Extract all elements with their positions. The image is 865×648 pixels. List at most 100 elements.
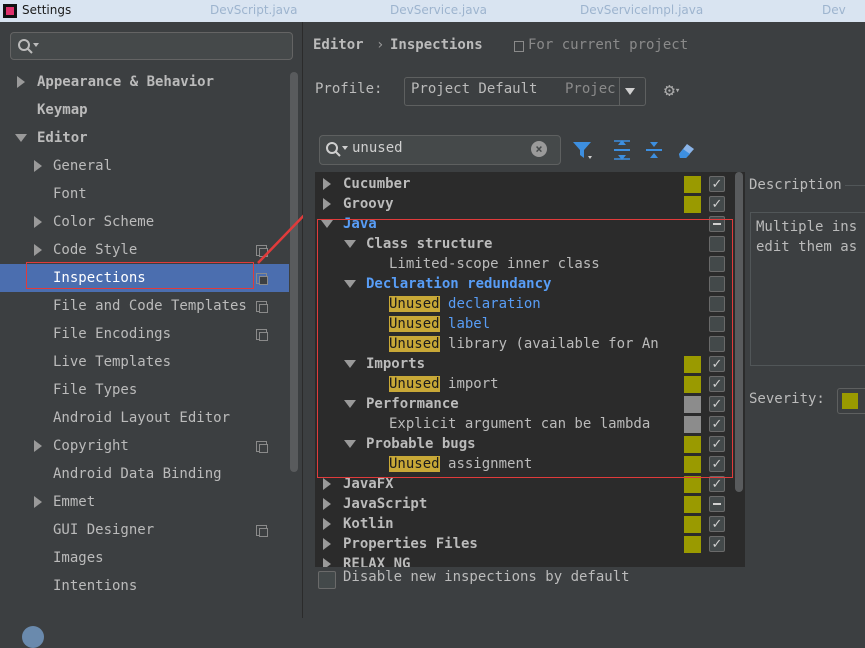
- sidebar-item-label: Images: [53, 550, 104, 566]
- project-scope-icon: [514, 41, 524, 52]
- sidebar-item[interactable]: Images: [0, 544, 289, 572]
- expand-arrow-icon[interactable]: [323, 558, 331, 567]
- background-tab: DevServiceImpl.java: [580, 3, 704, 17]
- scope-note: For current project: [528, 37, 689, 53]
- inspection-checkbox[interactable]: [709, 496, 725, 512]
- description-pane: Multiple ins edit them as: [750, 212, 865, 366]
- collapse-all-icon[interactable]: [643, 139, 665, 161]
- sidebar-item-label: Intentions: [53, 578, 138, 594]
- gear-icon[interactable]: ⚙▾: [664, 80, 680, 101]
- severity-swatch: [684, 196, 701, 213]
- inspection-checkbox[interactable]: ✓: [709, 196, 725, 212]
- disable-new-label[interactable]: Disable new inspections by default: [343, 569, 630, 585]
- tree-scrollbar[interactable]: [735, 172, 743, 492]
- profile-value-suffix: Projec: [565, 81, 616, 97]
- sidebar-item[interactable]: GUI Designer: [0, 516, 289, 544]
- sidebar-item-label: File and Code Templates: [53, 298, 247, 314]
- description-line: edit them as: [756, 239, 858, 255]
- tree-item-text: RELAX NG: [343, 554, 410, 567]
- sidebar-item-label: Android Data Binding: [53, 466, 222, 482]
- tree-row[interactable]: Cucumber ✓: [315, 174, 745, 194]
- settings-sidebar: Appearance & Behavior Keymap Editor General…: [0, 22, 303, 635]
- disable-new-checkbox[interactable]: [318, 571, 336, 589]
- project-scope-icon: [256, 301, 268, 313]
- filter-icon[interactable]: [571, 139, 593, 161]
- expand-arrow-icon[interactable]: [17, 76, 25, 88]
- sidebar-item-label: GUI Designer: [53, 522, 155, 538]
- dropdown-divider: [619, 78, 620, 105]
- sidebar-item[interactable]: Code Style: [0, 236, 289, 264]
- sidebar-item[interactable]: Emmet: [0, 488, 289, 516]
- breadcrumb-parent[interactable]: Editor: [313, 37, 364, 53]
- sidebar-scrollbar[interactable]: [290, 72, 298, 472]
- sidebar-item[interactable]: Android Layout Editor: [0, 404, 289, 432]
- sidebar-item[interactable]: Color Scheme: [0, 208, 289, 236]
- sidebar-item[interactable]: Live Templates: [0, 348, 289, 376]
- sidebar-item-label: Font: [53, 186, 87, 202]
- sidebar-item-label: Color Scheme: [53, 214, 155, 230]
- tree-row[interactable]: Properties Files ✓: [315, 534, 745, 554]
- expand-arrow-icon[interactable]: [34, 496, 42, 508]
- profile-dropdown[interactable]: Project Default Projec: [404, 77, 646, 106]
- expand-arrow-icon[interactable]: [34, 440, 42, 452]
- background-tab: DevService.java: [390, 3, 488, 17]
- reset-eraser-icon[interactable]: [675, 139, 697, 161]
- help-icon[interactable]: [22, 626, 44, 648]
- sidebar-item[interactable]: Android Data Binding: [0, 460, 289, 488]
- clear-search-icon[interactable]: ×: [531, 141, 547, 157]
- sidebar-item[interactable]: Font: [0, 180, 289, 208]
- sidebar-item-label: Appearance & Behavior: [37, 74, 215, 90]
- inspection-checkbox[interactable]: ✓: [709, 536, 725, 552]
- expand-arrow-icon[interactable]: [323, 198, 331, 210]
- severity-swatch: [684, 176, 701, 193]
- expand-all-icon[interactable]: [611, 139, 633, 161]
- expand-arrow-icon[interactable]: [323, 518, 331, 530]
- sidebar-item[interactable]: General: [0, 152, 289, 180]
- sidebar-item-label: File Types: [53, 382, 138, 398]
- profile-label: Profile:: [315, 81, 383, 97]
- expand-arrow-icon[interactable]: [323, 498, 331, 510]
- sidebar-item-label: Editor: [37, 130, 88, 146]
- sidebar-item-label: Live Templates: [53, 354, 172, 370]
- tree-row[interactable]: JavaScript: [315, 494, 745, 514]
- settings-search-input[interactable]: [10, 32, 293, 60]
- chevron-down-icon: [625, 88, 635, 95]
- expand-arrow-icon[interactable]: [323, 178, 331, 190]
- project-scope-icon: [256, 525, 268, 537]
- tree-row[interactable]: Groovy ✓: [315, 194, 745, 214]
- sidebar-item-label: File Encodings: [53, 326, 172, 342]
- severity-dropdown[interactable]: [837, 388, 865, 414]
- tree-item-text: Properties Files: [343, 534, 478, 554]
- sidebar-item[interactable]: Intentions: [0, 572, 289, 600]
- tree-row[interactable]: RELAX NG: [315, 554, 745, 567]
- project-scope-icon: [256, 329, 268, 341]
- inspection-checkbox[interactable]: ✓: [709, 476, 725, 492]
- sidebar-item[interactable]: File Encodings: [0, 320, 289, 348]
- sidebar-item[interactable]: File Types: [0, 376, 289, 404]
- project-scope-icon: [256, 441, 268, 453]
- sidebar-item-label: Emmet: [53, 494, 96, 510]
- sidebar-item[interactable]: File and Code Templates: [0, 292, 289, 320]
- sidebar-item[interactable]: Keymap: [0, 96, 289, 124]
- sidebar-item-label: Keymap: [37, 102, 88, 118]
- sidebar-item[interactable]: Editor: [0, 124, 289, 152]
- expand-arrow-icon[interactable]: [34, 160, 42, 172]
- sidebar-item[interactable]: Appearance & Behavior: [0, 68, 289, 96]
- tree-item-text: Groovy: [343, 194, 394, 214]
- expand-arrow-icon[interactable]: [323, 478, 331, 490]
- expand-arrow-icon[interactable]: [34, 216, 42, 228]
- search-icon: [18, 39, 39, 54]
- collapse-arrow-icon[interactable]: [15, 134, 27, 142]
- expand-arrow-icon[interactable]: [34, 244, 42, 256]
- sidebar-item[interactable]: Copyright: [0, 432, 289, 460]
- severity-swatch: [684, 516, 701, 533]
- window-titlebar: Settings DevScript.java DevService.java …: [0, 0, 865, 22]
- tree-row[interactable]: Kotlin ✓: [315, 514, 745, 534]
- dialog-bottom-bar: [0, 618, 865, 635]
- inspection-checkbox[interactable]: ✓: [709, 516, 725, 532]
- tree-item-label: JavaFX: [343, 476, 394, 492]
- inspection-checkbox[interactable]: ✓: [709, 176, 725, 192]
- expand-arrow-icon[interactable]: [323, 538, 331, 550]
- inspection-filter-input[interactable]: unused: [319, 135, 561, 165]
- filter-value: unused: [352, 140, 403, 156]
